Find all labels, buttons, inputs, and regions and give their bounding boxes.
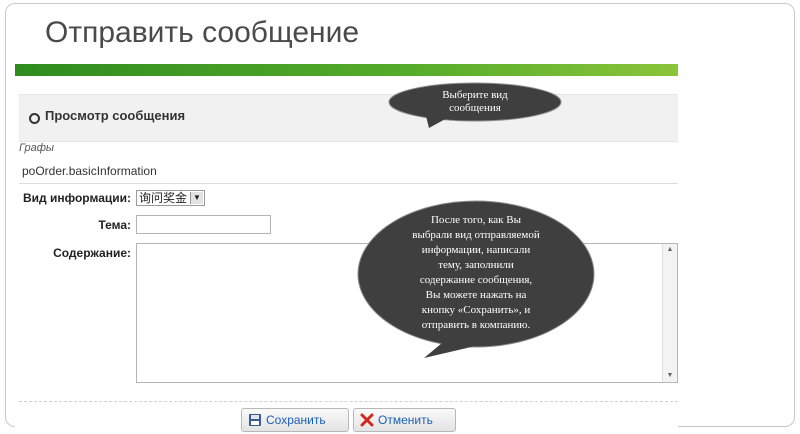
callout-line: кнопку «Сохранить», и [421,304,531,316]
info-type-value: 询问奖金 [139,191,188,205]
callout-line: Вы можете нажать на [425,289,527,301]
basic-information-label: poOrder.basicInformation [22,164,157,178]
select-type-callout: Выберите вид сообщения [385,82,565,130]
close-icon [360,413,374,427]
subject-label: Тема: [98,218,131,232]
dotted-divider [19,401,678,402]
scroll-down-icon[interactable]: ▼ [663,370,677,382]
view-header: Просмотр сообщения [19,94,678,142]
callout-line: отправить в компанию. [421,319,531,331]
slide-title: Отправить сообщение [45,16,360,49]
bullet-icon [29,113,40,124]
callout-line: сообщения [449,102,501,114]
scroll-up-icon[interactable]: ▲ [663,244,677,256]
graphs-label: Графы [19,142,55,154]
instructions-callout: После того, как Вы выбрали вид отправляе… [356,200,596,360]
callout-line: Выберите вид [442,89,508,101]
subject-input[interactable] [136,215,271,234]
cancel-button-label: Отменить [378,413,433,427]
view-title: Просмотр сообщения [45,108,186,123]
content-label: Содержание: [53,246,131,260]
chevron-down-icon[interactable]: ▼ [190,192,203,204]
save-button[interactable]: Сохранить [241,408,349,432]
callout-line: содержание сообщения, [419,274,533,286]
floppy-disk-icon [249,414,261,426]
save-button-label: Сохранить [266,413,326,427]
callout-line: После того, как Вы [430,214,521,226]
textarea-scrollbar[interactable]: ▲ ▼ [662,244,677,382]
cancel-button[interactable]: Отменить [353,408,456,432]
callout-line: выбрали вид отправляемой [412,229,540,241]
info-type-label: Вид информации: [23,191,131,205]
info-type-select[interactable]: 询问奖金 ▼ [136,190,205,206]
callout-line: тему, заполнили [438,259,514,271]
divider [19,183,678,184]
callout-line: информации, написали [421,244,531,256]
title-accent-bar [15,64,678,76]
